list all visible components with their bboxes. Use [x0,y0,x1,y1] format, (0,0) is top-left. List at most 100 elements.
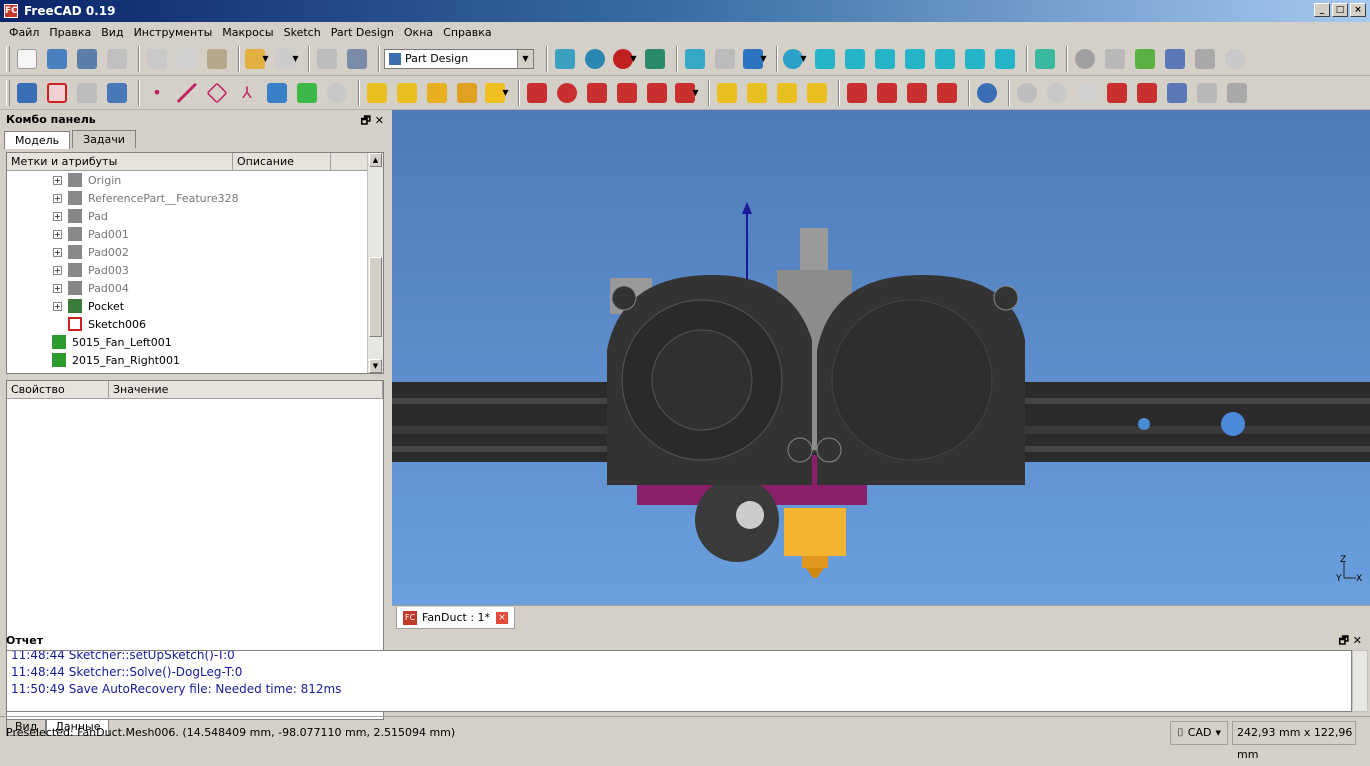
property-column-name[interactable]: Свойство [7,381,109,398]
shape-binder-button[interactable] [104,80,130,106]
additive-loft-button[interactable] [424,80,450,106]
redo-button[interactable]: ▼ [274,46,300,72]
toolbar-grip[interactable] [6,45,10,72]
expand-icon[interactable]: + [53,283,62,293]
3d-viewport[interactable]: Z X Y [392,110,1370,605]
restore-button[interactable]: □ [1332,3,1348,17]
document-tab[interactable]: FC FanDuct : 1* × [396,607,516,629]
tree-column-description[interactable]: Описание [233,153,331,170]
mirror-body-button[interactable] [1164,80,1190,106]
tree-item[interactable]: 5015_Fan_Left001 [7,333,383,351]
expand-icon[interactable]: + [53,247,62,257]
view-rear-button[interactable] [932,46,958,72]
whats-this-button[interactable] [344,46,370,72]
subtractive-primitive-button[interactable]: ▼ [674,80,700,106]
fit-selection-button[interactable] [582,46,608,72]
tree-item[interactable]: + Origin [7,171,383,189]
tree-item[interactable]: + Pad002 [7,243,383,261]
menu-sketch[interactable]: Sketch [279,26,326,39]
datum-plane-button[interactable] [204,80,230,106]
tree-item[interactable]: Sketch006 [7,315,383,333]
menu-help[interactable]: Справка [438,26,496,39]
multi-transform-button[interactable] [804,80,830,106]
revolution-button[interactable] [394,80,420,106]
forward-button[interactable] [712,46,738,72]
create-group-button[interactable] [1132,46,1158,72]
link-button[interactable]: ▼ [742,46,768,72]
navigation-style-button[interactable]: ⌷ CAD ▼ [1170,720,1228,745]
validate-sketch-button[interactable] [74,80,100,106]
involute-gear-button[interactable] [1074,80,1100,106]
report-float-close-icons[interactable]: 🗗 ✕ [1339,632,1362,650]
menu-macros[interactable]: Макросы [217,26,278,39]
sub-shape-binder-button[interactable] [294,80,320,106]
draft-button[interactable] [904,80,930,106]
create-sketch-button[interactable] [44,80,70,106]
view-left-button[interactable] [992,46,1018,72]
additive-pipe-button[interactable] [454,80,480,106]
menu-file[interactable]: Файл [4,26,44,39]
expand-icon[interactable]: + [53,265,62,275]
hole-button[interactable] [554,80,580,106]
tree-item[interactable]: + Pocket [7,297,383,315]
tree-column-labels[interactable]: Метки и атрибуты [7,153,233,170]
back-button[interactable] [682,46,708,72]
pocket-button[interactable] [524,80,550,106]
refresh-button[interactable] [314,46,340,72]
local-cs-button[interactable]: ⅄ [234,80,260,106]
clone-button[interactable] [264,80,290,106]
fillet-button[interactable] [844,80,870,106]
scroll-up-icon[interactable]: ▲ [369,153,382,167]
undo-button[interactable]: ▼ [244,46,270,72]
datum-line-button[interactable] [174,80,200,106]
tab-model[interactable]: Модель [4,131,71,149]
datum-point-button[interactable]: • [144,80,170,106]
tree-item[interactable]: + Pad004 [7,279,383,297]
new-document-button[interactable] [14,46,40,72]
unlink-button[interactable] [1222,46,1248,72]
mirrored-button[interactable] [714,80,740,106]
minimize-button[interactable]: _ [1314,3,1330,17]
chamfer-button[interactable] [874,80,900,106]
polar-pattern-button[interactable] [774,80,800,106]
toolbar-grip[interactable] [6,79,10,106]
tree-item[interactable]: + Pad [7,207,383,225]
menu-part-design[interactable]: Part Design [326,26,399,39]
copy-button[interactable] [174,46,200,72]
3d-scene[interactable]: Z X Y [392,110,1370,605]
sprocket-button[interactable] [1044,80,1070,106]
subtractive-loft-button[interactable] [614,80,640,106]
menu-windows[interactable]: Окна [399,26,438,39]
bounding-box-button[interactable] [642,46,668,72]
body-button[interactable] [1102,46,1128,72]
view-isometric-button[interactable] [812,46,838,72]
paste-button[interactable] [204,46,230,72]
scroll-down-icon[interactable]: ▼ [369,359,382,373]
std-views-button[interactable]: ▼ [782,46,808,72]
workbench-selector[interactable]: Part Design ▼ [384,48,534,69]
tab-tasks[interactable]: Задачи [72,130,136,148]
tree-item[interactable]: + ReferencePart__Feature328 [7,189,383,207]
panel-float-close-icons[interactable]: 🗗 ✕ [361,112,384,131]
draw-style-button[interactable]: ▼ [612,46,638,72]
report-log[interactable]: 11:48:44 Sketcher::setUpSketch()-T:0 11:… [6,650,1352,712]
view-front-button[interactable] [842,46,868,72]
design-wizard-button[interactable] [1104,80,1130,106]
assembly-button[interactable] [1224,80,1250,106]
expand-icon[interactable]: + [53,193,62,203]
report-scrollbar[interactable] [1352,650,1368,712]
tree-item[interactable]: + Pad003 [7,261,383,279]
linear-pattern-button[interactable] [744,80,770,106]
pad-button[interactable] [364,80,390,106]
subtractive-pipe-button[interactable] [644,80,670,106]
part-button[interactable] [1072,46,1098,72]
expand-icon[interactable]: + [53,211,62,221]
additive-primitive-button[interactable]: ▼ [484,80,510,106]
view-bottom-button[interactable] [962,46,988,72]
shaft-wizard-button[interactable] [1134,80,1160,106]
expand-icon[interactable]: + [53,229,62,239]
link-make-button[interactable] [1162,46,1188,72]
clone-feature-button[interactable] [324,80,350,106]
measure-button[interactable] [1032,46,1058,72]
open-button[interactable] [44,46,70,72]
